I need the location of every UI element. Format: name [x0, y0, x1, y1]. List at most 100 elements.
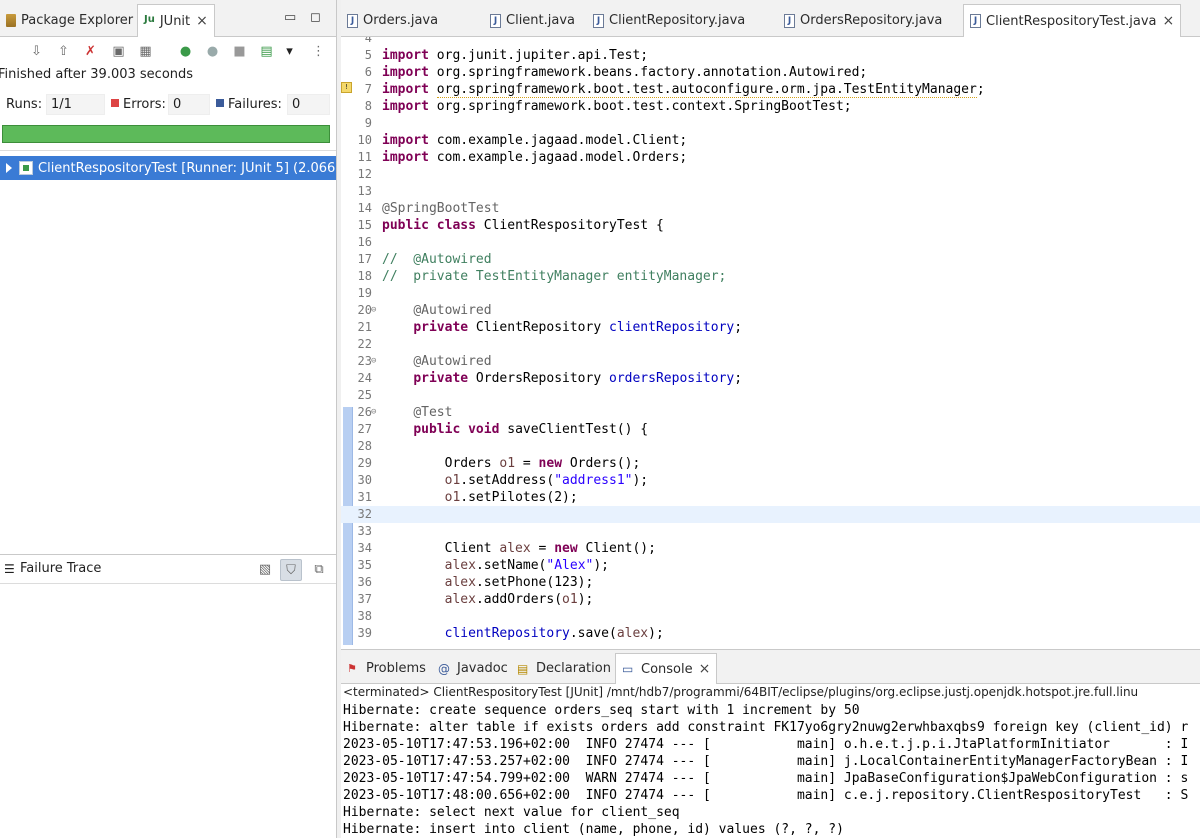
minimize-icon[interactable]: ▭ [284, 10, 296, 25]
code-line[interactable]: 30 o1.setAddress("address1"); [341, 472, 1200, 489]
code-text: @SpringBootTest [382, 201, 500, 216]
code-line[interactable]: 8 import org.springframework.boot.test.co… [341, 98, 1200, 115]
code-text: clientRepository.save(alex); [444, 626, 664, 641]
failure-trace-list-icon: ☰ [4, 562, 15, 576]
line-number: 10 [357, 133, 372, 147]
tab-ordersrepository-java[interactable]: J OrdersRepository.java [778, 4, 948, 37]
code-line[interactable]: 22 [341, 336, 1200, 353]
code-line[interactable]: 28 [341, 438, 1200, 455]
tab-orders-java[interactable]: J Orders.java [341, 4, 444, 37]
code-line[interactable]: 25 [341, 387, 1200, 404]
scroll-lock-icon[interactable]: ▦ [137, 43, 154, 60]
line-number: 22 [357, 337, 372, 351]
test-tree-item[interactable]: ClientRespositoryTest [Runner: JUnit 5] … [0, 156, 336, 180]
code-line[interactable]: 24 private OrdersRepository ordersReposi… [341, 370, 1200, 387]
code-line[interactable]: 13 [341, 183, 1200, 200]
code-line[interactable]: 23 ⊖ @Autowired [341, 353, 1200, 370]
code-line[interactable]: 38 [341, 608, 1200, 625]
code-line[interactable]: 34 Client alex = new Client(); [341, 540, 1200, 557]
failure-trace-title: Failure Trace [20, 561, 102, 576]
code-line[interactable]: 11 import com.example.jagaad.model.Orders… [341, 149, 1200, 166]
code-line[interactable]: 29 Orders o1 = new Orders(); [341, 455, 1200, 472]
console-line: 2023-05-10T17:47:54.799+02:00 WARN 27474… [343, 771, 1189, 786]
code-area[interactable]: 4 5 import org.junit.jupiter.api.Test; 6 imp… [341, 37, 1200, 648]
show-failures-only-icon[interactable]: ✗ [82, 43, 99, 60]
code-line[interactable]: 32 [341, 506, 1200, 523]
code-line[interactable]: 5 import org.junit.jupiter.api.Test; [341, 47, 1200, 64]
line-number: 37 [357, 592, 372, 606]
code-line[interactable]: 20 ⊖ @Autowired [341, 302, 1200, 319]
code-line[interactable]: 27 public void saveClientTest() { [341, 421, 1200, 438]
expand-arrow-icon[interactable] [6, 163, 12, 173]
tab-console[interactable]: ▭ Console × [615, 653, 718, 684]
code-line[interactable]: 7! import org.springframework.boot.test.a… [341, 81, 1200, 98]
code-text: @Autowired [413, 354, 492, 369]
code-line[interactable]: 16 [341, 234, 1200, 251]
tab-problems[interactable]: ⚑ Problems [341, 653, 432, 684]
line-number: 30 [357, 473, 372, 487]
code-line[interactable]: 14 @SpringBootTest [341, 200, 1200, 217]
tab-junit[interactable]: Ju JUnit × [137, 4, 215, 37]
next-failure-icon[interactable]: ⇩ [28, 43, 45, 60]
close-icon[interactable]: × [1163, 13, 1175, 29]
code-line[interactable]: 9 [341, 115, 1200, 132]
fold-toggle-icon[interactable]: ⊖ [371, 353, 376, 370]
code-line[interactable]: 4 [341, 37, 1200, 47]
code-text: import org.junit.jupiter.api.Test; [382, 48, 649, 63]
tab-declaration[interactable]: ▤ Declaration [511, 653, 617, 684]
maximize-icon[interactable]: ◻ [310, 10, 321, 25]
declaration-icon: ▤ [517, 661, 529, 676]
tab-clientrespositorytest-java[interactable]: J ClientRespositoryTest.java × [963, 4, 1182, 37]
console-line: Hibernate: select next value for client_… [343, 805, 680, 820]
errors-value: 0 [168, 94, 210, 115]
code-line[interactable]: 35 alex.setName("Alex"); [341, 557, 1200, 574]
filter-stack-icon[interactable]: ⛉ [280, 559, 302, 581]
code-line[interactable]: 6 import org.springframework.beans.factor… [341, 64, 1200, 81]
rerun-failed-first-icon[interactable]: ● [204, 43, 221, 60]
line-number: 4 [364, 37, 372, 45]
show-skipped-icon[interactable]: ▣ [110, 43, 127, 60]
code-line[interactable]: 18 // private TestEntityManager entityMan… [341, 268, 1200, 285]
tab-package-explorer[interactable]: Package Explorer [0, 4, 139, 37]
tab-clientrepository-java[interactable]: J ClientRepository.java [587, 4, 751, 37]
code-line[interactable]: 21 private ClientRepository clientReposi… [341, 319, 1200, 336]
fold-toggle-icon[interactable]: ⊖ [371, 302, 376, 319]
code-text: // @Autowired [382, 252, 492, 267]
chevron-down-icon[interactable]: ▾ [281, 43, 298, 60]
fold-toggle-icon[interactable]: ⊖ [371, 404, 376, 421]
code-line[interactable]: 10 import com.example.jagaad.model.Client… [341, 132, 1200, 149]
code-text: import com.example.jagaad.model.Orders; [382, 150, 688, 165]
code-line[interactable]: 31 o1.setPilotes(2); [341, 489, 1200, 506]
close-icon[interactable]: × [196, 13, 208, 29]
java-file-icon: J [490, 13, 501, 28]
code-line[interactable]: 19 [341, 285, 1200, 302]
code-line[interactable]: 12 [341, 166, 1200, 183]
line-number: 21 [357, 320, 372, 334]
error-icon [111, 99, 119, 107]
code-line[interactable]: 39 clientRepository.save(alex); [341, 625, 1200, 642]
code-line[interactable]: 26 ⊖ @Test [341, 404, 1200, 421]
previous-failure-icon[interactable]: ⇧ [55, 43, 72, 60]
close-icon[interactable]: × [699, 661, 711, 677]
copy-trace-icon[interactable]: ⧉ [308, 559, 330, 581]
code-text: alex.setName("Alex"); [444, 558, 610, 573]
test-history-icon[interactable]: ▤ [258, 43, 275, 60]
code-line[interactable]: 36 alex.setPhone(123); [341, 574, 1200, 591]
code-line[interactable]: 37 alex.addOrders(o1); [341, 591, 1200, 608]
code-line[interactable]: 17 // @Autowired [341, 251, 1200, 268]
rerun-test-icon[interactable]: ● [177, 43, 194, 60]
code-line[interactable]: 15 public class ClientRespositoryTest { [341, 217, 1200, 234]
code-line[interactable]: 33 [341, 523, 1200, 540]
warning-marker-icon[interactable]: ! [341, 82, 352, 93]
line-number: 38 [357, 609, 372, 623]
stop-icon[interactable]: ■ [231, 43, 248, 60]
compare-results-icon[interactable]: ▧ [254, 559, 276, 581]
view-menu-icon[interactable]: ⋮ [310, 43, 327, 60]
test-suite-ok-icon [19, 161, 33, 175]
code-text: Orders o1 = new Orders(); [382, 456, 641, 471]
tab-javadoc[interactable]: @ Javadoc [432, 653, 514, 684]
line-number: 17 [357, 252, 372, 266]
tab-client-java[interactable]: J Client.java [484, 4, 581, 37]
line-number: 12 [357, 167, 372, 181]
editor-tab-bar: J Orders.java J Client.java J ClientRepo… [341, 0, 1200, 37]
